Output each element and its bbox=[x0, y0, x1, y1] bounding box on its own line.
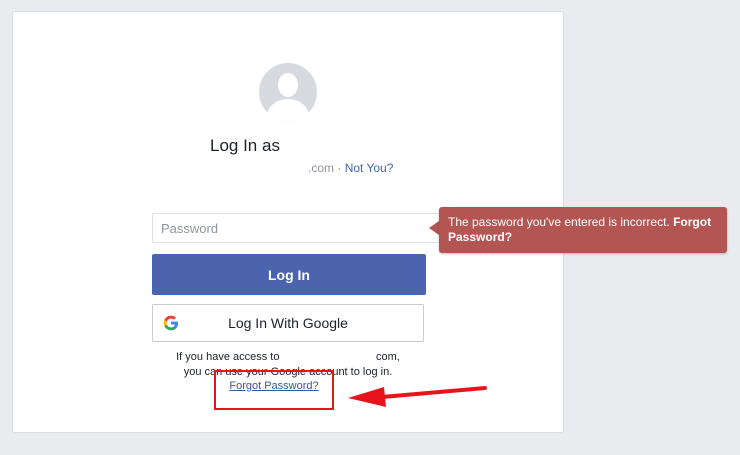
login-button[interactable]: Log In bbox=[152, 254, 426, 295]
google-icon bbox=[163, 315, 179, 331]
avatar-head bbox=[278, 73, 298, 97]
password-input[interactable] bbox=[152, 213, 440, 243]
annotation-arrow-icon bbox=[348, 386, 487, 407]
error-tooltip: The password you've entered is incorrect… bbox=[439, 207, 727, 253]
google-button-label: Log In With Google bbox=[228, 315, 348, 331]
account-email-suffix: .com bbox=[308, 161, 335, 175]
separator: · bbox=[334, 161, 345, 175]
page-title: Log In as bbox=[210, 136, 280, 155]
account-line: .com · Not You? bbox=[308, 161, 393, 175]
error-message: The password you've entered is incorrect… bbox=[448, 215, 674, 229]
tooltip-arrow bbox=[429, 221, 439, 235]
avatar-shoulders bbox=[267, 99, 309, 121]
forgot-password-link[interactable]: Forgot Password? bbox=[218, 380, 330, 392]
masked-domain: xxxxxxxxxxxxxxxxx bbox=[282, 351, 377, 363]
google-login-button[interactable]: Log In With Google bbox=[152, 304, 424, 342]
avatar bbox=[259, 63, 317, 121]
not-you-link[interactable]: Not You? bbox=[345, 161, 394, 175]
